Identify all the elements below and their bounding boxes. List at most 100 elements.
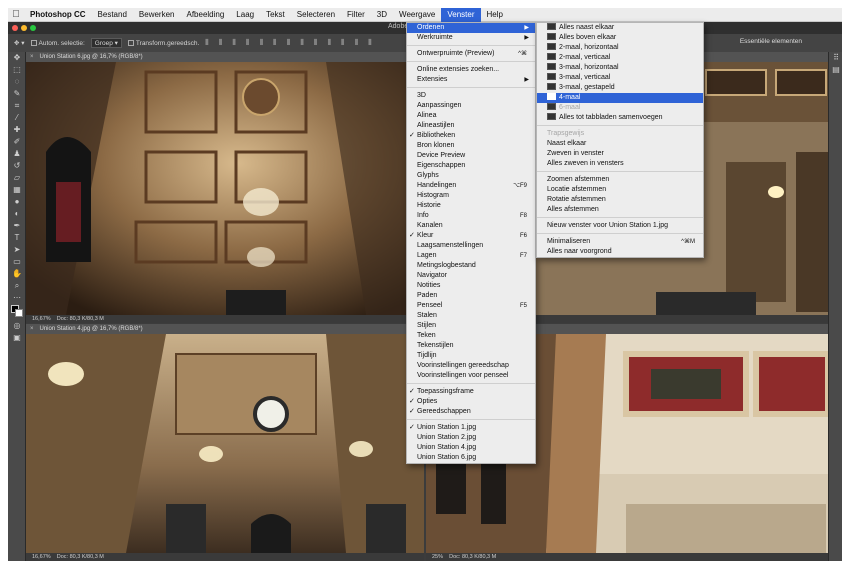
- move-tool-icon[interactable]: ✥: [8, 52, 26, 64]
- menu-item-metingslogbestand[interactable]: Metingslogbestand: [407, 261, 535, 271]
- menu-item-voorinstellingen-gereedschap[interactable]: Voorinstellingen gereedschap: [407, 361, 535, 371]
- document-tab[interactable]: × Union Station 4.jpg @ 16,7% (RGB/8*): [26, 324, 424, 334]
- menubar-item-bestand[interactable]: Bestand: [92, 8, 133, 22]
- menu-item-alles-afstemmen[interactable]: Alles afstemmen: [537, 205, 703, 215]
- menu-item-minimaliseren[interactable]: Minimaliseren ^⌘M: [537, 237, 703, 247]
- menu-item-bron-klonen[interactable]: Bron klonen: [407, 141, 535, 151]
- pen-tool-icon[interactable]: ✒: [8, 220, 26, 232]
- quick-select-tool-icon[interactable]: ✎: [8, 88, 26, 100]
- minimize-window-icon[interactable]: [21, 25, 27, 31]
- document-tab[interactable]: × Union Station 6.jpg @ 16,7% (RGB/8*): [26, 52, 411, 62]
- marquee-tool-icon[interactable]: ⬚: [8, 64, 26, 76]
- menubar-item-filter[interactable]: Filter: [341, 8, 371, 22]
- menu-item-gereedschappen[interactable]: ✓ Gereedschappen: [407, 407, 535, 417]
- menu-item-3-maal-gestapeld[interactable]: 3-maal, gestapeld: [537, 83, 703, 93]
- menu-item-naast-elkaar[interactable]: Naast elkaar: [537, 139, 703, 149]
- document-window[interactable]: × Union Station 6.jpg @ 16,7% (RGB/8*) 1…: [26, 52, 411, 323]
- menu-item-voorinstellingen-voor-penseel[interactable]: Voorinstellingen voor penseel: [407, 371, 535, 381]
- document-image[interactable]: [26, 62, 411, 315]
- menu-item-alles-tot-tabbladen-samenvoegen[interactable]: Alles tot tabbladen samenvoegen: [537, 113, 703, 123]
- menubar-item-selecteren[interactable]: Selecteren: [291, 8, 341, 22]
- menubar-item-laag[interactable]: Laag: [230, 8, 260, 22]
- menu-item-tekenstijlen[interactable]: Tekenstijlen: [407, 341, 535, 351]
- menu-item-ordenen[interactable]: Ordenen ▶: [407, 23, 535, 33]
- crop-tool-icon[interactable]: ⌗: [8, 100, 26, 112]
- menu-item-ontwerpruimte[interactable]: Ontwerpruimte (Preview) ^⌘: [407, 49, 535, 59]
- lasso-tool-icon[interactable]: ◌: [8, 76, 26, 88]
- menu-item-extensies[interactable]: Extensies ▶: [407, 75, 535, 85]
- menu-item-paden[interactable]: Paden: [407, 291, 535, 301]
- menu-item-histogram[interactable]: Histogram: [407, 191, 535, 201]
- menubar-item-afbeelding[interactable]: Afbeelding: [180, 8, 230, 22]
- menu-item-aanpassingen[interactable]: Aanpassingen: [407, 101, 535, 111]
- move-tool-icon[interactable]: ✥ ▾: [14, 39, 25, 47]
- menu-item-2-maal-horizontaal[interactable]: 2-maal, horizontaal: [537, 43, 703, 53]
- document-window[interactable]: × Union Station 4.jpg @ 16,7% (RGB/8*) 1…: [26, 324, 424, 561]
- menu-item-eigenschappen[interactable]: Eigenschappen: [407, 161, 535, 171]
- menu-item-glyphs[interactable]: Glyphs: [407, 171, 535, 181]
- menu-item-alinea[interactable]: Alinea: [407, 111, 535, 121]
- menu-item-handelingen[interactable]: Handelingen ⌥F9: [407, 181, 535, 191]
- document-image[interactable]: [26, 334, 424, 553]
- hand-tool-icon[interactable]: ✋: [8, 268, 26, 280]
- close-window-icon[interactable]: [12, 25, 18, 31]
- menu-item-werkruimte[interactable]: Werkruimte ▶: [407, 33, 535, 43]
- menu-item-zoomen-afstemmen[interactable]: Zoomen afstemmen: [537, 175, 703, 185]
- panel-icon[interactable]: ▤: [829, 64, 843, 76]
- menubar-item-weergave[interactable]: Weergave: [393, 8, 441, 22]
- menu-item-nieuw-venster[interactable]: Nieuw venster voor Union Station 1.jpg: [537, 221, 703, 231]
- menu-item-union-station-1-jpg[interactable]: ✓ Union Station 1.jpg: [407, 423, 535, 433]
- menubar-item-tekst[interactable]: Tekst: [260, 8, 291, 22]
- healing-brush-icon[interactable]: ✚: [8, 124, 26, 136]
- quick-mask-icon[interactable]: ◎: [8, 320, 26, 332]
- menu-item-union-station-6-jpg[interactable]: Union Station 6.jpg: [407, 453, 535, 463]
- menu-item-kanalen[interactable]: Kanalen: [407, 221, 535, 231]
- menu-item-laagsamenstellingen[interactable]: Laagsamenstellingen: [407, 241, 535, 251]
- menu-item-alles-boven-elkaar[interactable]: Alles boven elkaar: [537, 33, 703, 43]
- zoom-tool-icon[interactable]: ⌕: [8, 280, 26, 292]
- dodge-tool-icon[interactable]: ◐: [8, 208, 26, 220]
- menu-item-bibliotheken[interactable]: ✓ Bibliotheken: [407, 131, 535, 141]
- menu-item-3-maal-verticaal[interactable]: 3-maal, verticaal: [537, 73, 703, 83]
- color-swatches[interactable]: [8, 304, 26, 320]
- menu-item-historie[interactable]: Historie: [407, 201, 535, 211]
- align-distribute-icons[interactable]: ⫴ ⫴ ⫴ ⫴ ⫴ ⫴ ⫴ ⫴ ⫴ ⫴ ⫴ ⫴ ⫴: [205, 38, 375, 48]
- apple-icon[interactable]: : [8, 9, 24, 20]
- menu-item-info[interactable]: Info F8: [407, 211, 535, 221]
- menu-item-3d[interactable]: 3D: [407, 91, 535, 101]
- clone-stamp-icon[interactable]: ♟: [8, 148, 26, 160]
- menu-item-tijdlijn[interactable]: Tijdlijn: [407, 351, 535, 361]
- menu-item-rotatie-afstemmen[interactable]: Rotatie afstemmen: [537, 195, 703, 205]
- menu-item-device-preview[interactable]: Device Preview: [407, 151, 535, 161]
- menubar-item-bewerken[interactable]: Bewerken: [133, 8, 181, 22]
- blur-tool-icon[interactable]: ●: [8, 196, 26, 208]
- menu-item-2-maal-verticaal[interactable]: 2-maal, verticaal: [537, 53, 703, 63]
- more-tools-icon[interactable]: ⋯: [8, 292, 26, 304]
- eraser-tool-icon[interactable]: ▱: [8, 172, 26, 184]
- auto-select-dropdown[interactable]: Groep ▾: [90, 38, 122, 48]
- gradient-tool-icon[interactable]: ▦: [8, 184, 26, 196]
- menu-item-alineastijlen[interactable]: Alineastijlen: [407, 121, 535, 131]
- close-tab-icon[interactable]: ×: [30, 326, 34, 332]
- menu-item-locatie-afstemmen[interactable]: Locatie afstemmen: [537, 185, 703, 195]
- menu-item-penseel[interactable]: Penseel F5: [407, 301, 535, 311]
- auto-select-checkbox[interactable]: Autom. selectie:: [30, 40, 85, 47]
- menu-item-alles-naast-elkaar[interactable]: Alles naast elkaar: [537, 23, 703, 33]
- brush-tool-icon[interactable]: ✐: [8, 136, 26, 148]
- menu-item-opties[interactable]: ✓ Opties: [407, 397, 535, 407]
- menu-item-alles-zweven-in-vensters[interactable]: Alles zweven in vensters: [537, 159, 703, 169]
- transform-controls-checkbox[interactable]: Transform.gereedsch.: [127, 40, 199, 47]
- menubar-item-venster[interactable]: Venster: [441, 7, 481, 22]
- close-tab-icon[interactable]: ×: [30, 54, 34, 60]
- menu-item-stalen[interactable]: Stalen: [407, 311, 535, 321]
- menu-item-union-station-2-jpg[interactable]: Union Station 2.jpg: [407, 433, 535, 443]
- menubar-item-3d[interactable]: 3D: [371, 8, 393, 22]
- menu-item-alles-naar-voorgrond[interactable]: Alles naar voorgrond: [537, 247, 703, 257]
- menu-item-navigator[interactable]: Navigator: [407, 271, 535, 281]
- screen-mode-icon[interactable]: ▣: [8, 332, 26, 344]
- menu-item-zweven-in-venster[interactable]: Zweven in venster: [537, 149, 703, 159]
- history-brush-icon[interactable]: ↺: [8, 160, 26, 172]
- workspace-switcher[interactable]: Essentiële elementen: [740, 38, 802, 45]
- menu-item-teken[interactable]: Teken: [407, 331, 535, 341]
- eyedropper-tool-icon[interactable]: ⁄: [8, 112, 26, 124]
